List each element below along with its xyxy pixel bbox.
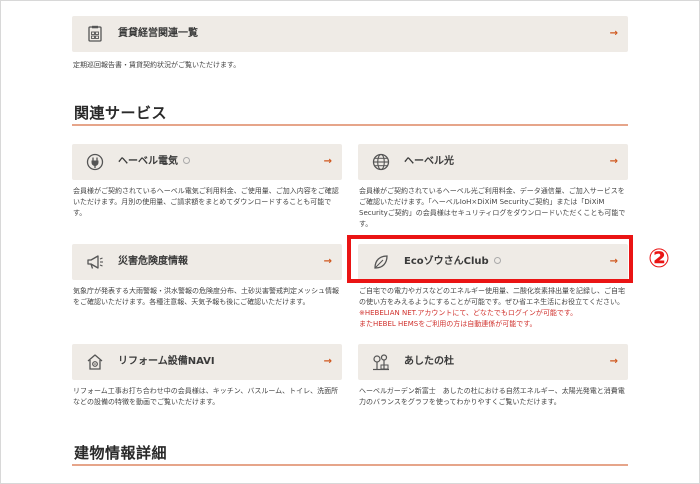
arrow-right-icon: → xyxy=(323,356,332,367)
reform-navi-description: リフォーム工事お打ち合わせ中の会員様は、キッチン、バスルーム、トイレ、洗面所など… xyxy=(73,387,339,406)
reform-navi-label: リフォーム設備NAVI xyxy=(118,356,215,367)
hebel-hikari-label-wrap: ヘーベル光 xyxy=(404,144,454,180)
trees-icon xyxy=(372,353,390,371)
hebel-hikari-description: 会員様がご契約されているヘーベル光ご利用料金、データ通信量、ご加入サービスをご確… xyxy=(359,187,626,228)
highlight-box xyxy=(347,235,633,283)
hebel-denki-label-wrap: ヘーベル電気 xyxy=(118,144,190,180)
house-gear-icon xyxy=(86,353,104,371)
disaster-risk-label-wrap: 災害危険度情報 xyxy=(118,244,188,280)
ashita-no-mori-label-wrap: あしたの杜 xyxy=(404,344,454,380)
eco-login-note: ※HEBELIAN NET.アカウントにて、どなたでもログインが可能です。 xyxy=(359,309,578,317)
ashita-no-mori-card[interactable]: あしたの杜 → xyxy=(358,344,628,380)
reform-navi-label-wrap: リフォーム設備NAVI xyxy=(118,344,215,380)
globe-icon xyxy=(372,153,390,171)
arrow-right-icon: → xyxy=(609,356,618,367)
hebel-hikari-label: ヘーベル光 xyxy=(404,156,454,167)
section-divider xyxy=(72,464,628,466)
hebel-hikari-card[interactable]: ヘーベル光 → xyxy=(358,144,628,180)
eco-zousan-club-description: ご自宅での電力やガスなどのエネルギー使用量、二酸化炭素排出量を記録し、ご自宅の使… xyxy=(359,286,627,330)
section-title-building-info: 建物情報詳細 xyxy=(74,444,168,462)
document-icon xyxy=(86,25,104,43)
rental-management-description: 定期巡回報告書・賃貸契約状況がご覧いただけます。 xyxy=(73,61,241,69)
hebel-denki-card[interactable]: ヘーベル電気 → xyxy=(72,144,342,180)
arrow-right-icon: → xyxy=(323,156,332,167)
section-title-related-services: 関連サービス xyxy=(74,104,168,122)
ashita-no-mori-label: あしたの杜 xyxy=(404,356,454,367)
rental-management-card[interactable]: 賃貸経営関連一覧 → xyxy=(72,16,628,52)
arrow-right-icon: → xyxy=(609,28,618,39)
hebel-denki-description: 会員様がご契約されているヘーベル電気ご利用料金、ご使用量、ご加入内容をご確認いた… xyxy=(73,187,339,217)
plug-icon xyxy=(86,153,104,171)
arrow-right-icon: → xyxy=(323,256,332,267)
hebel-denki-label: ヘーベル電気 xyxy=(118,156,178,167)
section-divider xyxy=(72,124,628,126)
step-marker-2: ② xyxy=(648,244,671,274)
arrow-right-icon: → xyxy=(609,156,618,167)
external-link-icon xyxy=(183,156,190,164)
disaster-risk-description: 気象庁が発表する大雨警報・洪水警報の危険度分布、土砂災害警戒判定メッシュ情報をご… xyxy=(73,287,339,306)
eco-zousan-club-desc-text: ご自宅での電力やガスなどのエネルギー使用量、二酸化炭素排出量を記録し、ご自宅の使… xyxy=(359,287,625,306)
ashita-no-mori-description: ヘーベルガーデン新富士 あしたの杜における自然エネルギー、太陽光発電と消費電力の… xyxy=(359,387,625,406)
disaster-risk-label: 災害危険度情報 xyxy=(118,256,188,267)
rental-management-label: 賃貸経営関連一覧 xyxy=(118,28,198,39)
reform-navi-card[interactable]: リフォーム設備NAVI → xyxy=(72,344,342,380)
eco-hems-note: またHEBEL HEMSをご利用の方は自動連係が可能です。 xyxy=(359,320,537,328)
disaster-risk-card[interactable]: 災害危険度情報 → xyxy=(72,244,342,280)
megaphone-icon xyxy=(86,253,104,271)
